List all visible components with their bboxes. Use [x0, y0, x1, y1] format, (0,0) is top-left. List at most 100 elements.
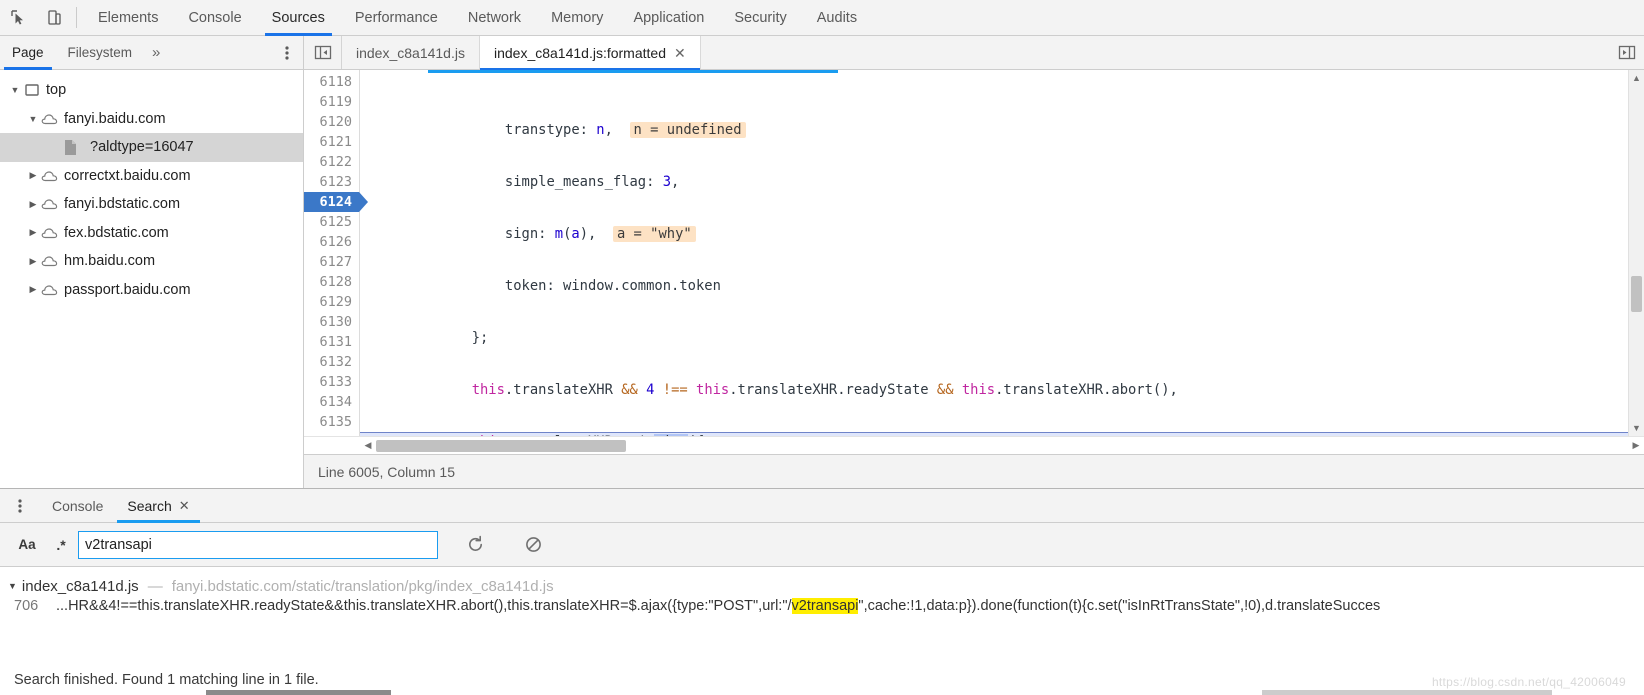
editor-tab-label: index_c8a141d.js: [356, 44, 465, 61]
nav-tab-filesystem[interactable]: Filesystem: [56, 36, 145, 69]
scroll-left-icon[interactable]: ◀: [360, 440, 376, 451]
match-case-toggle[interactable]: Aa: [10, 537, 44, 552]
line-number[interactable]: 6134: [304, 392, 359, 412]
line-number[interactable]: 6125: [304, 212, 359, 232]
twisty-collapsed-icon[interactable]: ▶: [26, 284, 40, 295]
code-editor[interactable]: 6118 6119 6120 6121 6122 6123 6124 6125 …: [304, 70, 1644, 436]
editor-horizontal-scrollbar[interactable]: ◀ ▶: [304, 436, 1644, 454]
line-number[interactable]: 6130: [304, 312, 359, 332]
line-number[interactable]: 6119: [304, 92, 359, 112]
tab-sources[interactable]: Sources: [257, 0, 340, 36]
line-number[interactable]: 6132: [304, 352, 359, 372]
search-result-match[interactable]: 706 ...HR&&4!==this.translateXHR.readySt…: [0, 598, 1644, 624]
drawer-tab-console[interactable]: Console: [40, 489, 115, 522]
line-number[interactable]: 6120: [304, 112, 359, 132]
twisty-collapsed-icon[interactable]: ▶: [26, 227, 40, 238]
search-input[interactable]: [78, 530, 438, 559]
tab-label: Application: [633, 9, 705, 26]
tab-label: Console: [188, 9, 242, 26]
line-number[interactable]: 6133: [304, 372, 359, 392]
refresh-icon[interactable]: [454, 535, 496, 554]
line-number[interactable]: 6122: [304, 152, 359, 172]
twisty-collapsed-icon[interactable]: ▶: [26, 256, 40, 267]
tab-console[interactable]: Console: [173, 0, 256, 35]
cloud-icon: [40, 227, 60, 239]
scrollbar-thumb[interactable]: [1631, 276, 1642, 312]
more-tabs-label: »: [152, 44, 161, 61]
twisty-glyph: ▶: [29, 170, 37, 181]
line-number[interactable]: 6123: [304, 172, 359, 192]
cloud-icon: [40, 255, 60, 267]
tree-item-fanyi-bdstatic-com[interactable]: ▶ fanyi.bdstatic.com: [0, 190, 303, 219]
line-number[interactable]: 6121: [304, 132, 359, 152]
scroll-right-icon[interactable]: ▶: [1628, 440, 1644, 451]
code-line[interactable]: token: window.common.token: [360, 276, 1628, 296]
twisty-glyph: ▶: [29, 198, 37, 209]
twisty-collapsed-icon[interactable]: ▶: [26, 170, 40, 181]
tab-network[interactable]: Network: [453, 0, 536, 35]
editor-tab-index-js-formatted[interactable]: index_c8a141d.js:formatted ✕: [479, 36, 701, 70]
twisty-expanded-icon[interactable]: ▼: [8, 85, 22, 95]
code-content[interactable]: transtype: n, n = undefined simple_means…: [360, 70, 1628, 436]
nav-tab-page[interactable]: Page: [0, 36, 56, 70]
code-line-executing[interactable]: this.translateXHR = $.ajax({: [360, 432, 1628, 436]
drawer-more-options-icon[interactable]: [0, 489, 40, 522]
tree-item-correctxt-baidu-com[interactable]: ▶ correctxt.baidu.com: [0, 162, 303, 191]
twisty-expanded-icon[interactable]: ▼: [8, 581, 17, 591]
tree-item-label: passport.baidu.com: [64, 281, 191, 298]
line-number[interactable]: 6129: [304, 292, 359, 312]
code-line[interactable]: this.translateXHR && 4 !== this.translat…: [360, 380, 1628, 400]
scrollbar-thumb[interactable]: [376, 439, 626, 452]
cursor-position-label: Line 6005, Column 15: [318, 463, 455, 480]
code-line[interactable]: };: [360, 328, 1628, 348]
line-number[interactable]: 6135: [304, 412, 359, 432]
editor-tab-index-js[interactable]: index_c8a141d.js: [342, 36, 480, 69]
line-number[interactable]: 6136: [304, 432, 359, 436]
tree-item-fanyi-baidu-com[interactable]: ▼ fanyi.baidu.com: [0, 105, 303, 134]
twisty-expanded-icon[interactable]: ▼: [26, 114, 40, 124]
tab-label: Memory: [551, 9, 604, 26]
tab-elements[interactable]: Elements: [83, 0, 173, 35]
twisty-collapsed-icon[interactable]: ▶: [26, 199, 40, 210]
result-text-before: ...HR&&4!==this.translateXHR.readyState&…: [56, 598, 792, 614]
line-number[interactable]: 6131: [304, 332, 359, 352]
tree-item-aldtype[interactable]: ?aldtype=16047: [0, 133, 303, 162]
regex-toggle[interactable]: .*: [44, 537, 78, 553]
tree-item-label: correctxt.baidu.com: [64, 167, 191, 184]
editor-more-tabs-icon[interactable]: [1610, 36, 1644, 69]
tab-performance[interactable]: Performance: [340, 0, 453, 35]
clear-icon[interactable]: [512, 535, 554, 554]
tab-audits[interactable]: Audits: [802, 0, 872, 35]
more-tabs-icon[interactable]: »: [144, 36, 168, 69]
drawer-tabbar: Console Search ✕: [0, 489, 1644, 523]
tab-memory[interactable]: Memory: [536, 0, 618, 35]
tree-item-fex-bdstatic-com[interactable]: ▶ fex.bdstatic.com: [0, 219, 303, 248]
drawer-tab-search[interactable]: Search ✕: [115, 489, 201, 523]
tab-security[interactable]: Security: [719, 0, 801, 35]
code-line[interactable]: simple_means_flag: 3,: [360, 172, 1628, 192]
tree-item-label: top: [46, 82, 67, 99]
code-line[interactable]: transtype: n, n = undefined: [360, 120, 1628, 140]
scroll-up-icon[interactable]: ▲: [1629, 70, 1644, 86]
device-toolbar-icon[interactable]: [36, 0, 72, 35]
line-number[interactable]: 6126: [304, 232, 359, 252]
line-number[interactable]: 6127: [304, 252, 359, 272]
scrollbar-track[interactable]: [376, 439, 1628, 453]
tree-item-passport-baidu-com[interactable]: ▶ passport.baidu.com: [0, 276, 303, 305]
result-text-after: ",cache:!1,data:p}).done(function(t){c.s…: [858, 598, 1381, 614]
navigator-more-options-icon[interactable]: [271, 36, 303, 69]
line-number-executing[interactable]: 6124: [304, 192, 368, 212]
show-navigator-icon[interactable]: [304, 36, 342, 69]
inspect-element-icon[interactable]: [0, 0, 36, 35]
tab-application[interactable]: Application: [618, 0, 719, 35]
code-line[interactable]: sign: m(a), a = "why": [360, 224, 1628, 244]
line-number[interactable]: 6128: [304, 272, 359, 292]
scroll-down-icon[interactable]: ▼: [1629, 420, 1644, 436]
tree-item-top[interactable]: ▼ top: [0, 76, 303, 105]
line-number[interactable]: 6118: [304, 72, 359, 92]
close-icon[interactable]: ✕: [674, 46, 686, 60]
search-result-file[interactable]: ▼ index_c8a141d.js — fanyi.bdstatic.com/…: [0, 574, 1644, 598]
tree-item-hm-baidu-com[interactable]: ▶ hm.baidu.com: [0, 247, 303, 276]
editor-vertical-scrollbar[interactable]: ▲ ▼: [1628, 70, 1644, 436]
close-icon[interactable]: ✕: [179, 498, 190, 514]
